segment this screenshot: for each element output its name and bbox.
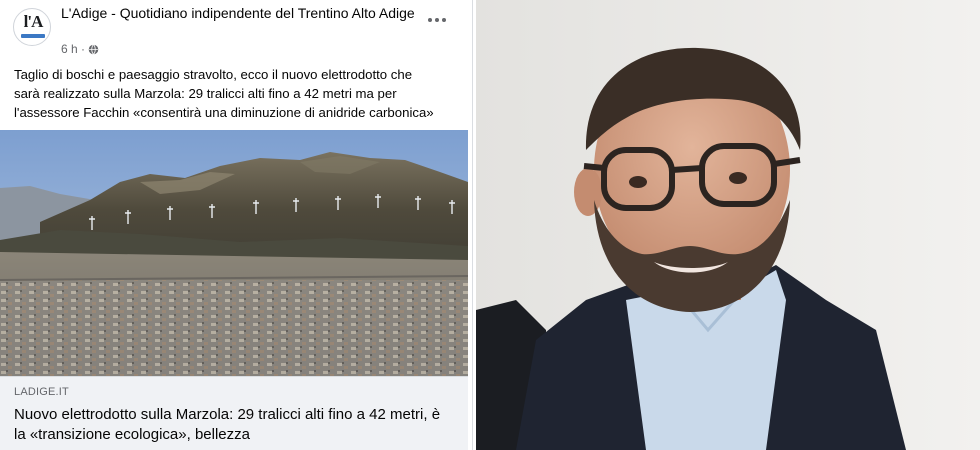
link-domain: LADIGE.IT [14, 386, 69, 398]
facebook-post: l'A L'Adige - Quotidiano indipendente de… [0, 0, 473, 450]
post-text-line: Taglio di boschi e paesaggio stravolto, … [14, 67, 413, 82]
link-title[interactable]: Nuovo elettrodotto sulla Marzola: 29 tra… [14, 405, 454, 445]
page-name-link[interactable]: L'Adige - Quotidiano indipendente del Tr… [61, 5, 421, 22]
post-meta: 6 h · [61, 42, 99, 56]
globe-icon [88, 43, 99, 55]
post-text-line: sarà realizzato sulla Marzola: 29 tralic… [14, 86, 397, 101]
more-options-icon[interactable] [424, 10, 450, 30]
link-preview[interactable]: LADIGE.IT Nuovo elettrodotto sulla Marzo… [0, 376, 468, 450]
portrait-photo [476, 0, 980, 450]
post-text: Taglio di boschi e paesaggio stravolto, … [14, 65, 466, 122]
logo-strip [21, 34, 45, 38]
post-text-line: l'assessore Facchin «consentirà una dimi… [14, 105, 434, 120]
adige-logo: l'A [23, 12, 44, 31]
page-avatar[interactable]: l'A [13, 8, 51, 46]
post-header: l'A L'Adige - Quotidiano indipendente de… [0, 0, 473, 62]
post-time[interactable]: 6 h · [61, 42, 85, 56]
post-image-mountain[interactable] [0, 130, 468, 376]
